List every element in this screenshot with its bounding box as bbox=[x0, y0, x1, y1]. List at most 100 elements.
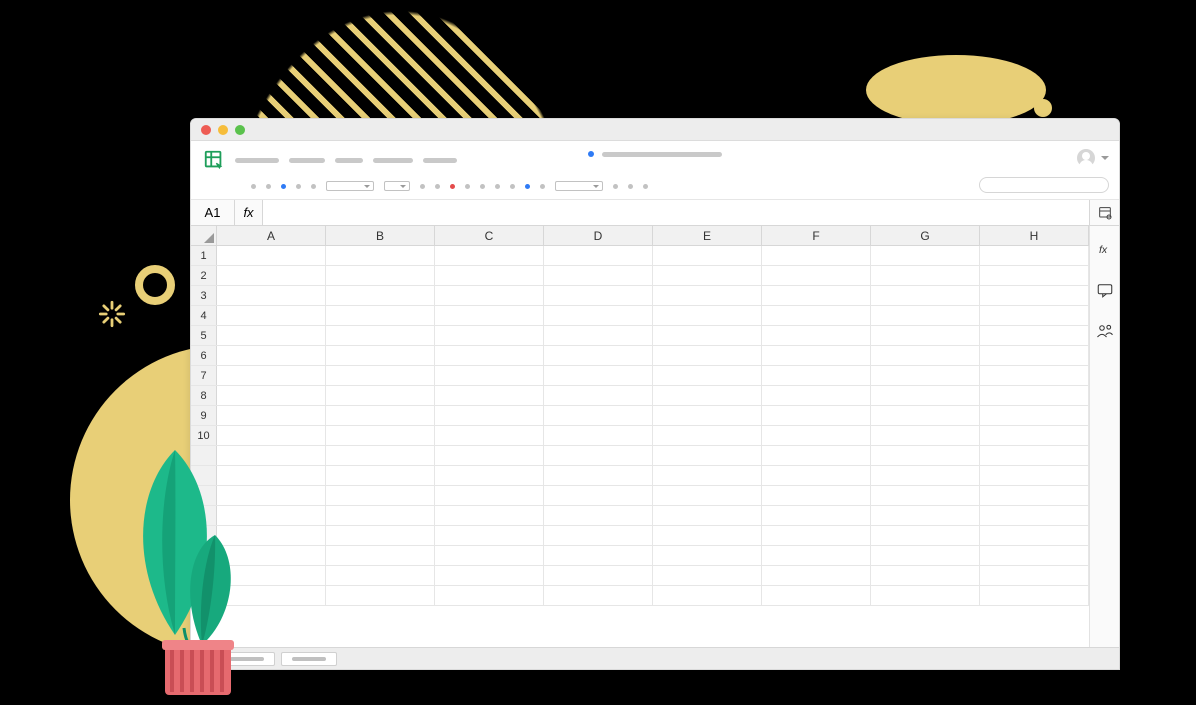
toolbar-dropdown[interactable] bbox=[384, 181, 410, 191]
cell[interactable] bbox=[217, 286, 326, 305]
cell[interactable] bbox=[326, 346, 435, 365]
toolbar-button[interactable] bbox=[495, 184, 500, 189]
row-header[interactable]: 8 bbox=[191, 386, 217, 405]
cell[interactable] bbox=[326, 366, 435, 385]
row-header[interactable]: 7 bbox=[191, 366, 217, 385]
cell[interactable] bbox=[544, 306, 653, 325]
cell[interactable] bbox=[762, 286, 871, 305]
cell[interactable] bbox=[980, 266, 1089, 285]
cell[interactable] bbox=[871, 546, 980, 565]
toolbar-button[interactable] bbox=[435, 184, 440, 189]
cell[interactable] bbox=[544, 566, 653, 585]
user-menu[interactable] bbox=[1077, 149, 1109, 167]
toolbar-dropdown[interactable] bbox=[326, 181, 374, 191]
cell[interactable] bbox=[326, 426, 435, 445]
cell[interactable] bbox=[653, 366, 762, 385]
cell[interactable] bbox=[326, 526, 435, 545]
cell[interactable] bbox=[871, 326, 980, 345]
cell[interactable] bbox=[871, 246, 980, 265]
cell[interactable] bbox=[435, 446, 544, 465]
cell[interactable] bbox=[435, 386, 544, 405]
cell[interactable] bbox=[544, 326, 653, 345]
menu-item[interactable] bbox=[373, 158, 413, 163]
cell[interactable] bbox=[762, 266, 871, 285]
cell[interactable] bbox=[871, 486, 980, 505]
cell[interactable] bbox=[980, 466, 1089, 485]
cell[interactable] bbox=[653, 286, 762, 305]
cell[interactable] bbox=[217, 406, 326, 425]
add-sheet-button[interactable]: + bbox=[199, 652, 213, 666]
row-header[interactable] bbox=[191, 506, 217, 525]
people-icon[interactable] bbox=[1096, 322, 1114, 345]
cell[interactable] bbox=[544, 506, 653, 525]
cell[interactable] bbox=[217, 346, 326, 365]
cell[interactable] bbox=[871, 586, 980, 605]
column-header[interactable]: A bbox=[217, 226, 326, 245]
cell[interactable] bbox=[762, 486, 871, 505]
minimize-window-button[interactable] bbox=[218, 125, 228, 135]
document-title-area[interactable] bbox=[588, 151, 722, 157]
cell[interactable] bbox=[762, 466, 871, 485]
toolbar-button[interactable] bbox=[480, 184, 485, 189]
cell[interactable] bbox=[871, 566, 980, 585]
cell[interactable] bbox=[980, 586, 1089, 605]
functions-icon[interactable]: fx bbox=[1096, 240, 1114, 263]
cell[interactable] bbox=[762, 506, 871, 525]
cell[interactable] bbox=[217, 506, 326, 525]
cell[interactable] bbox=[435, 586, 544, 605]
cell[interactable] bbox=[871, 386, 980, 405]
cell[interactable] bbox=[871, 466, 980, 485]
cell[interactable] bbox=[871, 286, 980, 305]
toolbar-button[interactable] bbox=[281, 184, 286, 189]
cell[interactable] bbox=[871, 426, 980, 445]
cell[interactable] bbox=[653, 546, 762, 565]
cell[interactable] bbox=[762, 426, 871, 445]
toolbar-button[interactable] bbox=[296, 184, 301, 189]
cell[interactable] bbox=[980, 386, 1089, 405]
cell[interactable] bbox=[653, 526, 762, 545]
cell[interactable] bbox=[980, 406, 1089, 425]
cell[interactable] bbox=[544, 346, 653, 365]
cell[interactable] bbox=[435, 346, 544, 365]
cell[interactable] bbox=[980, 286, 1089, 305]
cell[interactable] bbox=[653, 346, 762, 365]
row-header[interactable] bbox=[191, 526, 217, 545]
search-box[interactable] bbox=[979, 177, 1109, 193]
cell[interactable] bbox=[435, 246, 544, 265]
cell[interactable] bbox=[326, 546, 435, 565]
cell[interactable] bbox=[980, 566, 1089, 585]
cell[interactable] bbox=[217, 446, 326, 465]
toolbar-dropdown[interactable] bbox=[555, 181, 603, 191]
toolbar-button[interactable] bbox=[510, 184, 515, 189]
row-header[interactable]: 9 bbox=[191, 406, 217, 425]
cell[interactable] bbox=[653, 326, 762, 345]
cell[interactable] bbox=[544, 386, 653, 405]
cell[interactable] bbox=[326, 326, 435, 345]
toolbar-button[interactable] bbox=[628, 184, 633, 189]
cell[interactable] bbox=[871, 406, 980, 425]
cell[interactable] bbox=[544, 426, 653, 445]
cell[interactable] bbox=[871, 346, 980, 365]
cell[interactable] bbox=[217, 526, 326, 545]
cell[interactable] bbox=[326, 566, 435, 585]
cell[interactable] bbox=[217, 306, 326, 325]
cell[interactable] bbox=[544, 466, 653, 485]
cell[interactable] bbox=[762, 566, 871, 585]
column-header[interactable]: H bbox=[980, 226, 1089, 245]
cell[interactable] bbox=[980, 546, 1089, 565]
search-input[interactable] bbox=[990, 180, 1107, 190]
cell[interactable] bbox=[762, 446, 871, 465]
menu-item[interactable] bbox=[289, 158, 325, 163]
column-header[interactable]: B bbox=[326, 226, 435, 245]
menu-item[interactable] bbox=[235, 158, 279, 163]
cell[interactable] bbox=[980, 426, 1089, 445]
panel-toggle-button[interactable] bbox=[1089, 200, 1119, 225]
cell[interactable] bbox=[326, 486, 435, 505]
cell[interactable] bbox=[762, 386, 871, 405]
cell[interactable] bbox=[326, 506, 435, 525]
cell[interactable] bbox=[980, 446, 1089, 465]
toolbar-button[interactable] bbox=[540, 184, 545, 189]
cell[interactable] bbox=[871, 306, 980, 325]
column-header[interactable]: D bbox=[544, 226, 653, 245]
cell[interactable] bbox=[217, 486, 326, 505]
